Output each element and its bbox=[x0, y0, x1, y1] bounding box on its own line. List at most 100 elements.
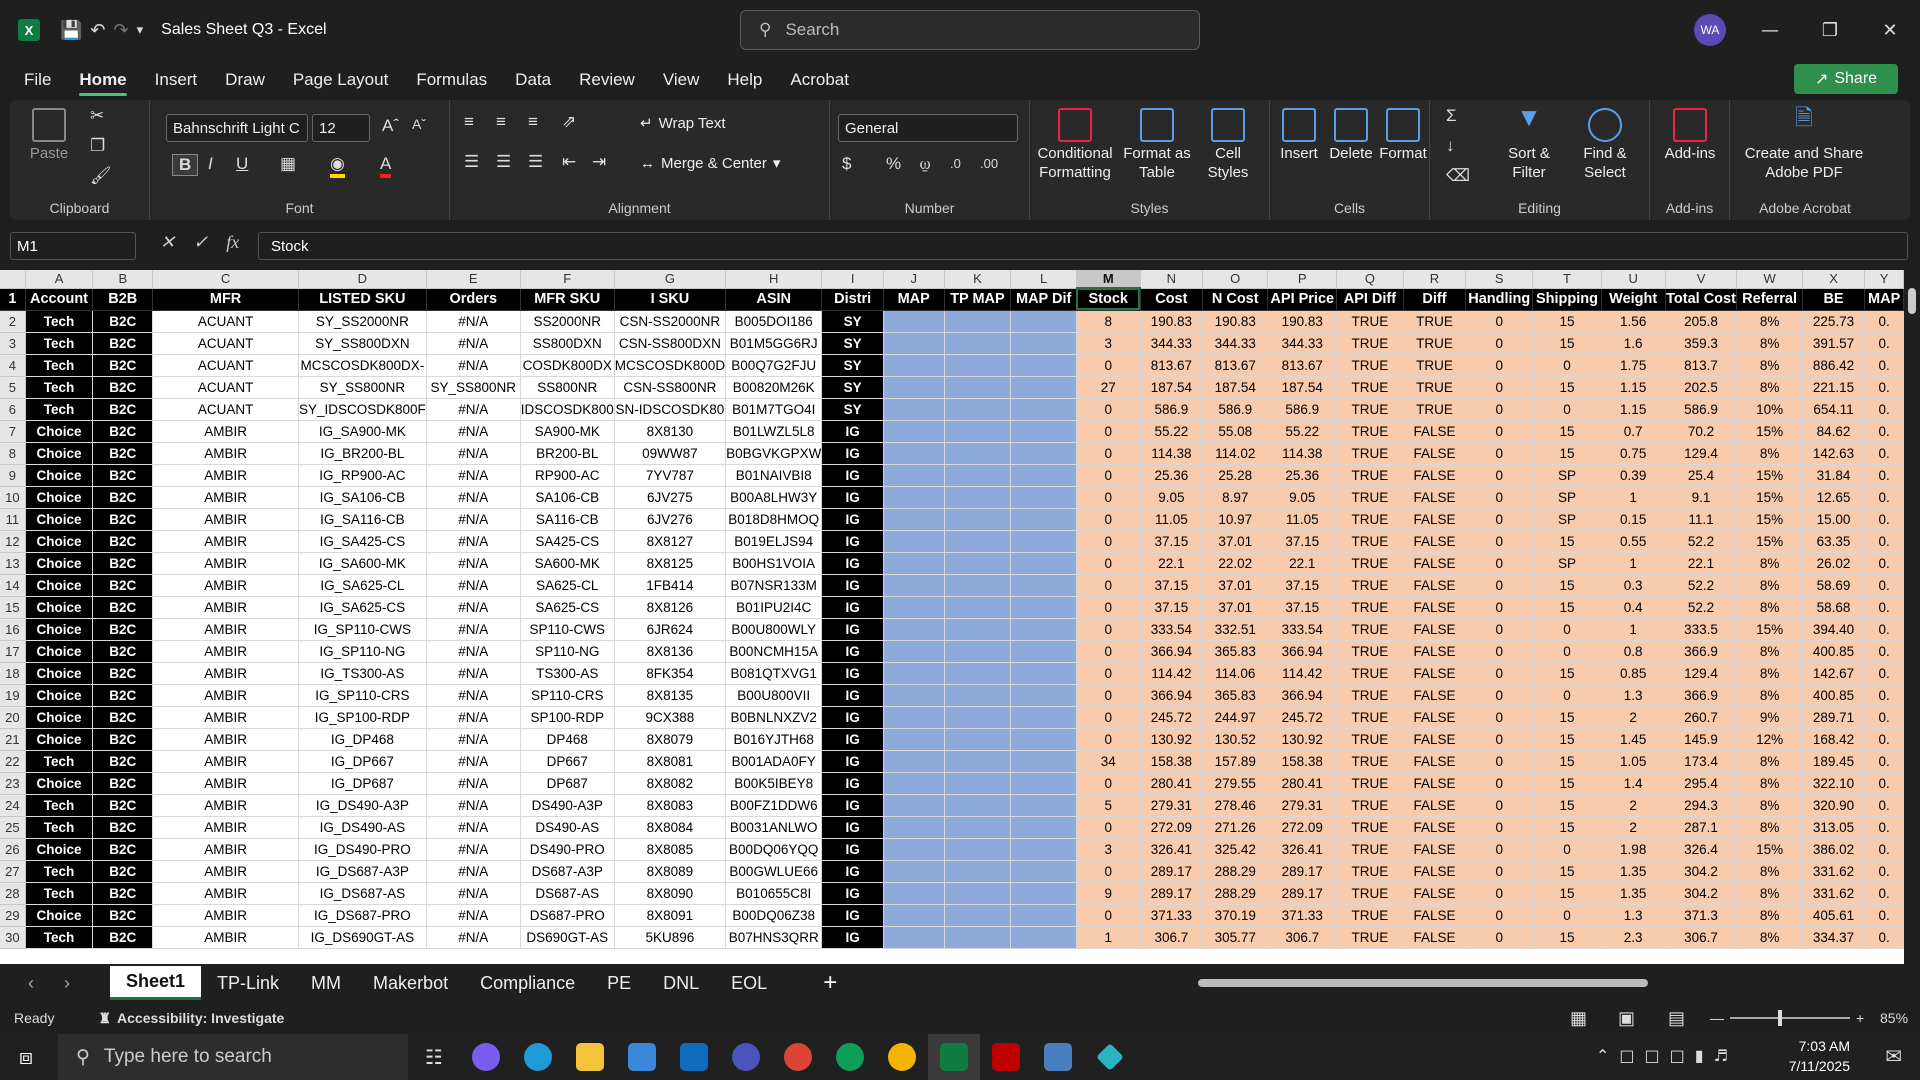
cell[interactable]: B2C bbox=[92, 882, 154, 905]
currency-icon[interactable]: $ bbox=[842, 154, 851, 174]
cell[interactable]: 37.15 bbox=[1267, 530, 1338, 553]
cell[interactable]: 1 bbox=[1076, 926, 1141, 949]
store-icon[interactable] bbox=[616, 1034, 668, 1080]
excel-taskbar-icon[interactable] bbox=[928, 1034, 980, 1080]
italic-button[interactable]: I bbox=[208, 154, 213, 174]
cell[interactable]: 158.38 bbox=[1267, 750, 1338, 773]
cell[interactable]: 306.7 bbox=[1140, 926, 1204, 949]
paste-button[interactable]: Paste bbox=[24, 108, 74, 163]
cell[interactable]: 2 bbox=[1601, 816, 1666, 839]
cell[interactable] bbox=[883, 596, 945, 619]
cell[interactable]: B2C bbox=[92, 860, 154, 883]
cell[interactable]: 0. bbox=[1864, 750, 1904, 773]
cell[interactable] bbox=[883, 420, 945, 443]
cell[interactable]: 15 bbox=[1532, 772, 1602, 795]
zoom-in-icon[interactable]: + bbox=[1856, 1010, 1864, 1026]
cell[interactable]: 0 bbox=[1076, 860, 1141, 883]
cell[interactable]: 15 bbox=[1532, 926, 1602, 949]
cell[interactable]: 70.2 bbox=[1665, 420, 1738, 443]
cell[interactable]: 0 bbox=[1465, 640, 1534, 663]
cell[interactable]: IG_DP468 bbox=[298, 728, 427, 751]
cell[interactable]: FALSE bbox=[1403, 662, 1467, 685]
cell[interactable] bbox=[944, 398, 1012, 421]
cell[interactable]: 0 bbox=[1465, 684, 1534, 707]
cell[interactable]: 190.83 bbox=[1202, 310, 1269, 333]
cell[interactable]: 370.19 bbox=[1202, 904, 1269, 927]
column-header[interactable]: W bbox=[1736, 270, 1803, 289]
cell[interactable]: 1 bbox=[1601, 618, 1666, 641]
tab-page-layout[interactable]: Page Layout bbox=[279, 60, 402, 100]
cell[interactable]: 405.61 bbox=[1802, 904, 1866, 927]
increase-font-icon[interactable]: Aˆ bbox=[382, 116, 399, 136]
cell[interactable]: 1.35 bbox=[1601, 882, 1666, 905]
cell[interactable]: 9.05 bbox=[1140, 486, 1204, 509]
cell[interactable]: 15% bbox=[1736, 486, 1803, 509]
cell[interactable]: Choice bbox=[25, 640, 94, 663]
cell[interactable]: 287.1 bbox=[1665, 816, 1738, 839]
cell[interactable]: 0. bbox=[1864, 772, 1904, 795]
cell[interactable]: 0 bbox=[1076, 728, 1141, 751]
cell[interactable]: 0 bbox=[1076, 508, 1141, 531]
cell[interactable]: 11.05 bbox=[1140, 508, 1204, 531]
cell[interactable]: IG_SP110-CRS bbox=[298, 684, 427, 707]
cell[interactable]: 0. bbox=[1864, 486, 1904, 509]
cell[interactable]: 225.73 bbox=[1802, 310, 1866, 333]
cell[interactable]: IG bbox=[821, 420, 884, 443]
cell[interactable]: 0 bbox=[1076, 684, 1141, 707]
header-cell[interactable]: Diff bbox=[1403, 288, 1467, 311]
cell[interactable]: 400.85 bbox=[1802, 640, 1866, 663]
cell[interactable]: 1.05 bbox=[1601, 750, 1666, 773]
cell[interactable]: #N/A bbox=[426, 706, 521, 729]
cell[interactable]: Choice bbox=[25, 706, 94, 729]
cell[interactable]: ACUANT bbox=[152, 354, 299, 377]
cell[interactable]: TRUE bbox=[1336, 552, 1404, 575]
sheet-tab[interactable]: Compliance bbox=[464, 966, 591, 1000]
fill-color-icon[interactable]: ◉ bbox=[330, 154, 345, 178]
cell[interactable]: 0 bbox=[1465, 596, 1534, 619]
cell[interactable]: Tech bbox=[25, 816, 94, 839]
cell[interactable]: TRUE bbox=[1336, 882, 1404, 905]
cell[interactable]: #N/A bbox=[426, 794, 521, 817]
cell[interactable]: 0. bbox=[1864, 310, 1904, 333]
cell[interactable]: SP100-RDP bbox=[520, 706, 615, 729]
cell[interactable]: TRUE bbox=[1336, 662, 1404, 685]
cell[interactable]: 0 bbox=[1465, 310, 1534, 333]
cell[interactable] bbox=[883, 772, 945, 795]
cell[interactable]: 37.01 bbox=[1202, 596, 1269, 619]
cell[interactable]: DP687 bbox=[520, 772, 615, 795]
cell[interactable]: FALSE bbox=[1403, 904, 1467, 927]
cell[interactable]: 0. bbox=[1864, 662, 1904, 685]
cell[interactable]: AMBIR bbox=[152, 838, 299, 861]
cell[interactable]: B00FZ1DDW6 bbox=[725, 794, 823, 817]
cell[interactable]: Choice bbox=[25, 728, 94, 751]
cell[interactable]: B001ADA0FY bbox=[725, 750, 823, 773]
cell[interactable]: 400.85 bbox=[1802, 684, 1866, 707]
column-header[interactable]: Y bbox=[1864, 270, 1904, 289]
cell[interactable]: 0. bbox=[1864, 552, 1904, 575]
cell[interactable]: TRUE bbox=[1336, 904, 1404, 927]
cell[interactable]: 15 bbox=[1532, 794, 1602, 817]
cell[interactable]: 15% bbox=[1736, 420, 1803, 443]
cell[interactable]: DS490-A3P bbox=[520, 794, 615, 817]
column-header[interactable]: T bbox=[1532, 270, 1602, 289]
cell[interactable] bbox=[1010, 310, 1077, 333]
cell[interactable]: 0 bbox=[1465, 816, 1534, 839]
cell[interactable]: 279.31 bbox=[1267, 794, 1338, 817]
cell[interactable]: IG bbox=[821, 442, 884, 465]
header-cell[interactable]: BE bbox=[1802, 288, 1866, 311]
column-header[interactable]: S bbox=[1465, 270, 1534, 289]
orientation-icon[interactable]: ⇗ bbox=[562, 112, 576, 132]
cell[interactable]: FALSE bbox=[1403, 574, 1467, 597]
column-header[interactable]: K bbox=[944, 270, 1012, 289]
cell[interactable]: 114.42 bbox=[1267, 662, 1338, 685]
font-color-icon[interactable]: A bbox=[380, 154, 392, 178]
header-cell[interactable]: Distri bbox=[821, 288, 884, 311]
cell[interactable]: 0 bbox=[1465, 662, 1534, 685]
cell[interactable]: FALSE bbox=[1403, 838, 1467, 861]
cell[interactable]: 295.4 bbox=[1665, 772, 1738, 795]
cell[interactable]: #N/A bbox=[426, 860, 521, 883]
cell[interactable]: 0.55 bbox=[1601, 530, 1666, 553]
task-view-icon[interactable]: ☷ bbox=[408, 1034, 460, 1080]
cell[interactable]: 0 bbox=[1076, 530, 1141, 553]
cell[interactable]: TRUE bbox=[1336, 750, 1404, 773]
